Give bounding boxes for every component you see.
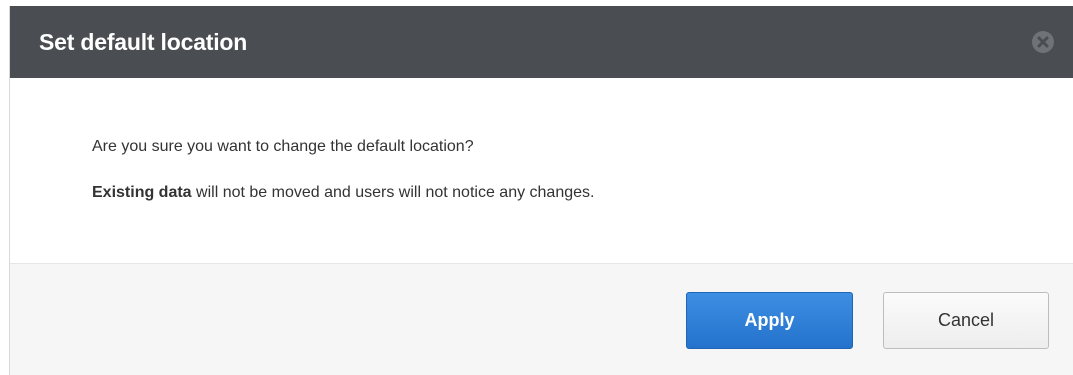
dialog-body: Are you sure you want to change the defa… bbox=[10, 78, 1073, 264]
dialog-footer: Apply Cancel bbox=[10, 264, 1073, 375]
existing-data-emphasis: Existing data bbox=[92, 184, 192, 201]
dialog-header: Set default location bbox=[10, 6, 1073, 78]
confirmation-question: Are you sure you want to change the defa… bbox=[92, 138, 474, 155]
confirmation-note-rest: will not be moved and users will not not… bbox=[191, 184, 595, 201]
confirmation-note: Existing data will not be moved and user… bbox=[92, 184, 594, 202]
cancel-button[interactable]: Cancel bbox=[883, 292, 1049, 349]
apply-button[interactable]: Apply bbox=[686, 292, 853, 349]
dialog-title: Set default location bbox=[39, 29, 248, 55]
close-icon[interactable] bbox=[1032, 31, 1054, 53]
set-default-location-dialog: Set default location Are you sure you wa… bbox=[9, 6, 1073, 375]
